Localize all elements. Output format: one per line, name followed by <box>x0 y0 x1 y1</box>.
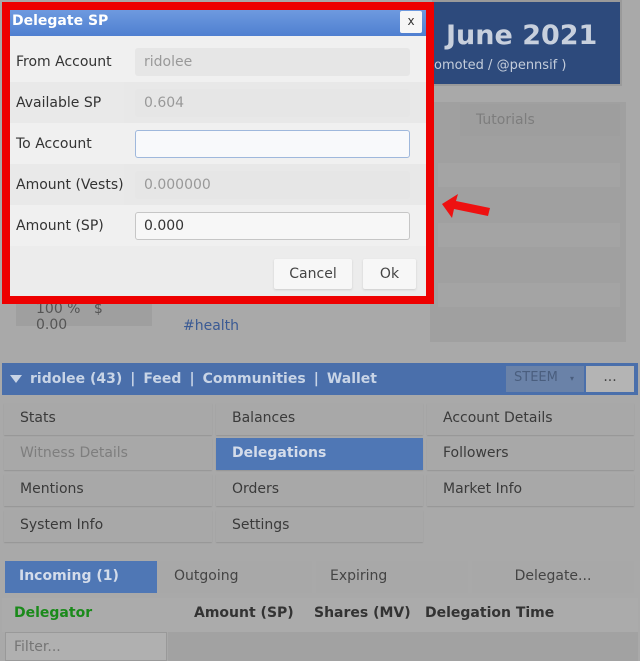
nav-communities[interactable]: Communities <box>203 371 306 387</box>
account-nav: ridolee (43) | Feed | Communities | Wall… <box>2 363 638 395</box>
nav-wallet[interactable]: Wallet <box>327 371 377 387</box>
post-header: June 2021 omoted / @pennsif ) <box>432 0 622 86</box>
more-button[interactable]: ... <box>586 366 634 392</box>
menu-account-details[interactable]: Account Details <box>427 403 634 435</box>
caret-down-icon[interactable] <box>10 375 22 383</box>
menu-witness-details[interactable]: Witness Details <box>4 438 212 470</box>
col-time[interactable]: Delegation Time <box>425 605 554 621</box>
list-stripe <box>438 283 620 307</box>
col-delegator[interactable]: Delegator <box>14 605 92 621</box>
menu-delegations[interactable]: Delegations <box>216 438 423 470</box>
menu-stats[interactable]: Stats <box>4 403 212 435</box>
tag-link[interactable]: #health <box>183 318 239 334</box>
menu-system-info[interactable]: System Info <box>4 510 212 542</box>
tab-tutorials[interactable]: Tutorials <box>460 104 620 136</box>
separator: | <box>189 371 195 387</box>
header-date: June 2021 <box>446 20 598 51</box>
list-stripe <box>438 223 620 247</box>
dropdown-icon: ▾ <box>569 374 574 383</box>
menu-balances[interactable]: Balances <box>216 403 423 435</box>
highlight-frame <box>2 2 434 304</box>
menu-mentions[interactable]: Mentions <box>4 474 212 506</box>
currency-select[interactable]: STEEM ▾ <box>506 366 584 392</box>
separator: | <box>313 371 319 387</box>
menu-followers[interactable]: Followers <box>427 438 634 470</box>
tab-outgoing[interactable]: Outgoing <box>160 561 312 593</box>
tab-delegate[interactable]: Delegate... <box>472 561 634 593</box>
red-arrow-icon <box>442 194 490 218</box>
filter-input[interactable] <box>5 632 167 661</box>
filter-row <box>168 632 638 661</box>
header-sub: omoted / @pennsif ) <box>434 58 567 73</box>
list-stripe <box>438 163 620 187</box>
menu-orders[interactable]: Orders <box>216 474 423 506</box>
account-link[interactable]: ridolee (43) <box>30 371 122 387</box>
menu-settings[interactable]: Settings <box>216 510 423 542</box>
menu-market-info[interactable]: Market Info <box>427 474 634 506</box>
separator: | <box>130 371 136 387</box>
nav-feed[interactable]: Feed <box>143 371 181 387</box>
tab-incoming[interactable]: Incoming (1) <box>5 561 157 593</box>
tab-expiring[interactable]: Expiring <box>316 561 468 593</box>
currency-label: STEEM <box>514 370 558 385</box>
col-amount[interactable]: Amount (SP) <box>194 605 294 621</box>
col-shares[interactable]: Shares (MV) <box>314 605 411 621</box>
